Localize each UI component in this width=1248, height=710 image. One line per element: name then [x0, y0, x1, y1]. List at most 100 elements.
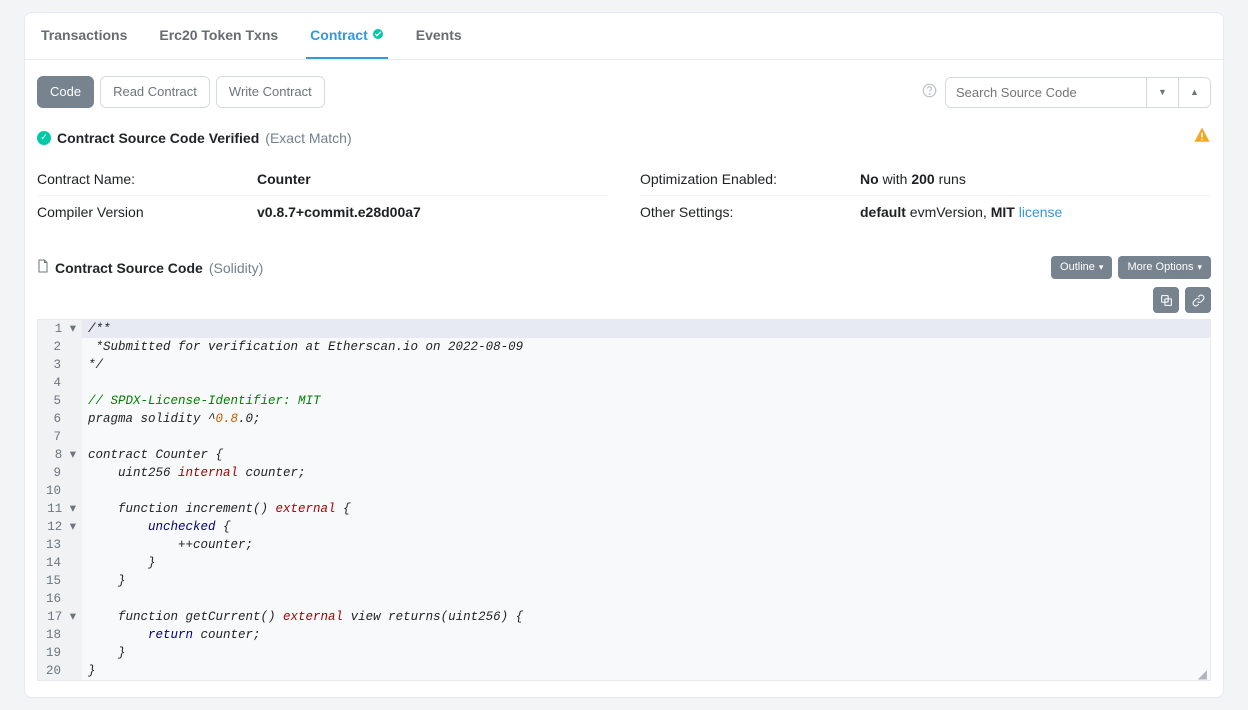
chevron-down-icon: ▾ [1099, 262, 1104, 273]
tab-contract-label: Contract [310, 27, 368, 43]
optimization-label: Optimization Enabled: [640, 171, 860, 187]
verified-status-match: (Exact Match) [265, 130, 351, 146]
gutter: 13 [38, 536, 82, 554]
verified-status-title: Contract Source Code Verified [57, 130, 259, 146]
code-line[interactable]: 6 pragma solidity ^0.8.0; [38, 410, 1210, 428]
code-line[interactable]: 11 ▾ function increment() external { [38, 500, 1210, 518]
code-line[interactable]: 20 } [38, 662, 1210, 680]
contract-info: Contract Name: Counter Compiler Version … [37, 163, 1211, 228]
contract-subtabs: Code Read Contract Write Contract [37, 76, 325, 108]
code-line[interactable]: 2 *Submitted for verification at Ethersc… [38, 338, 1210, 356]
contract-name-value: Counter [257, 171, 311, 187]
subtab-code[interactable]: Code [37, 76, 94, 108]
code-content: /** [82, 320, 111, 338]
code-line[interactable]: 15 } [38, 572, 1210, 590]
search-up-button[interactable]: ▲ [1178, 78, 1210, 107]
gutter: 15 [38, 572, 82, 590]
search-input[interactable] [946, 78, 1146, 107]
code-content: function increment() external { [82, 500, 351, 518]
warning-icon[interactable] [1193, 126, 1211, 149]
code-content: } [82, 644, 126, 662]
gutter: 9 [38, 464, 82, 482]
code-content: ++counter; [82, 536, 253, 554]
code-line[interactable]: 10 [38, 482, 1210, 500]
gutter: 18 [38, 626, 82, 644]
contract-panel: Transactions Erc20 Token Txns Contract E… [24, 12, 1224, 698]
code-content: } [82, 662, 96, 680]
code-content [82, 590, 88, 608]
source-section-title: Contract Source Code [55, 260, 203, 276]
gutter: 17 ▾ [38, 608, 82, 626]
code-content [82, 428, 88, 446]
code-content: return counter; [82, 626, 261, 644]
code-line[interactable]: 7 [38, 428, 1210, 446]
gutter: 8 ▾ [38, 446, 82, 464]
code-content: */ [82, 356, 103, 374]
source-search: ▼ ▲ [945, 77, 1211, 108]
code-line[interactable]: 16 [38, 590, 1210, 608]
subtab-write[interactable]: Write Contract [216, 76, 325, 108]
gutter: 19 [38, 644, 82, 662]
file-icon [37, 259, 49, 276]
help-icon[interactable] [922, 83, 937, 101]
gutter: 1 ▾ [38, 320, 82, 338]
other-settings-value: default evmVersion, MIT license [860, 204, 1062, 220]
source-section-lang: (Solidity) [209, 260, 263, 276]
compiler-value: v0.8.7+commit.e28d00a7 [257, 204, 421, 220]
code-line[interactable]: 18 return counter; [38, 626, 1210, 644]
gutter: 10 [38, 482, 82, 500]
code-line[interactable]: 17 ▾ function getCurrent() external view… [38, 608, 1210, 626]
gutter: 7 [38, 428, 82, 446]
gutter: 2 [38, 338, 82, 356]
code-content: pragma solidity ^0.8.0; [82, 410, 261, 428]
chevron-up-icon: ▲ [1190, 87, 1199, 97]
source-editor[interactable]: ◢ 1 ▾/**2 *Submitted for verification at… [37, 319, 1211, 681]
code-line[interactable]: 5 // SPDX-License-Identifier: MIT [38, 392, 1210, 410]
permalink-button[interactable] [1185, 287, 1211, 313]
chevron-down-icon: ▼ [1158, 87, 1167, 97]
outline-button[interactable]: Outline▾ [1051, 256, 1112, 279]
code-content: contract Counter { [82, 446, 223, 464]
code-content: uint256 internal counter; [82, 464, 306, 482]
code-line[interactable]: 8 ▾contract Counter { [38, 446, 1210, 464]
other-settings-label: Other Settings: [640, 204, 860, 220]
compiler-label: Compiler Version [37, 204, 257, 220]
code-line[interactable]: 13 ++counter; [38, 536, 1210, 554]
code-content [82, 374, 88, 392]
gutter: 20 [38, 662, 82, 680]
chevron-down-icon: ▾ [1197, 262, 1202, 273]
gutter: 16 [38, 590, 82, 608]
gutter: 14 [38, 554, 82, 572]
code-content: } [82, 554, 156, 572]
code-line[interactable]: 1 ▾/** [38, 320, 1210, 338]
code-content [82, 482, 88, 500]
code-content: *Submitted for verification at Etherscan… [82, 338, 523, 356]
code-line[interactable]: 14 } [38, 554, 1210, 572]
code-line[interactable]: 19 } [38, 644, 1210, 662]
gutter: 4 [38, 374, 82, 392]
tab-erc20[interactable]: Erc20 Token Txns [155, 13, 282, 59]
optimization-value: No with 200 runs [860, 171, 966, 187]
gutter: 5 [38, 392, 82, 410]
search-down-button[interactable]: ▼ [1146, 78, 1178, 107]
tab-contract[interactable]: Contract [306, 13, 388, 59]
more-options-button[interactable]: More Options▾ [1118, 256, 1211, 279]
subtab-read[interactable]: Read Contract [100, 76, 210, 108]
code-line[interactable]: 12 ▾ unchecked { [38, 518, 1210, 536]
copy-button[interactable] [1153, 287, 1179, 313]
verified-check-icon [372, 28, 384, 43]
main-tabs: Transactions Erc20 Token Txns Contract E… [25, 13, 1223, 60]
code-line[interactable]: 9 uint256 internal counter; [38, 464, 1210, 482]
gutter: 3 [38, 356, 82, 374]
gutter: 6 [38, 410, 82, 428]
code-line[interactable]: 4 [38, 374, 1210, 392]
license-link[interactable]: license [1019, 204, 1063, 220]
code-line[interactable]: 3 */ [38, 356, 1210, 374]
tab-transactions[interactable]: Transactions [37, 13, 131, 59]
gutter: 11 ▾ [38, 500, 82, 518]
contract-name-label: Contract Name: [37, 171, 257, 187]
verified-status-icon: ✓ [37, 131, 51, 145]
code-content: // SPDX-License-Identifier: MIT [82, 392, 321, 410]
tab-events[interactable]: Events [412, 13, 466, 59]
code-content: function getCurrent() external view retu… [82, 608, 523, 626]
